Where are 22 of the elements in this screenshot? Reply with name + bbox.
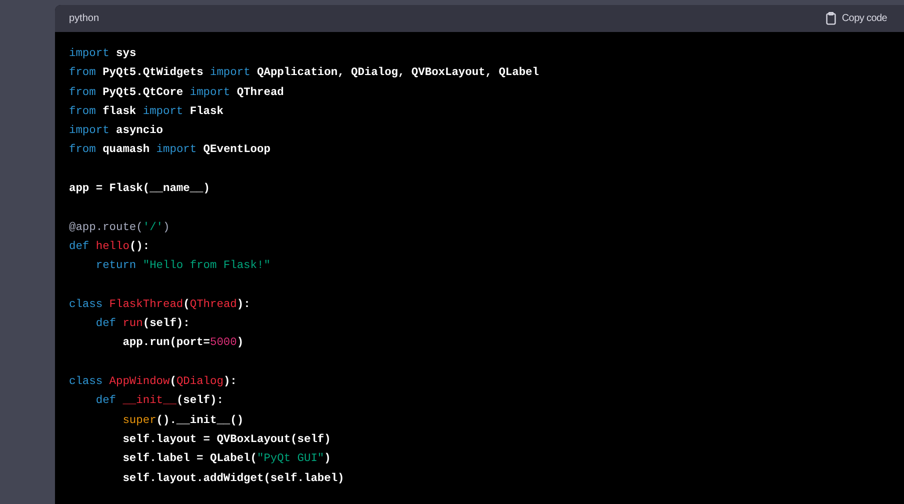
code-line: from PyQt5.QtWidgets import QApplication, QDialog, QVBoxLayout, QLabel: [69, 66, 539, 82]
code-line: class FlaskThread(QThread):: [69, 298, 250, 313]
code-line: class AppWindow(QDialog):: [69, 374, 237, 390]
code-line: @app.route('/'): [69, 220, 170, 236]
code-line: super().__init__(): [122, 414, 244, 429]
code-line: def run(self):: [94, 316, 190, 332]
language-label: python: [69, 13, 100, 24]
code-line: app.run(port=5000): [122, 336, 244, 352]
code-line: def hello():: [69, 240, 150, 255]
code-line: from PyQt5.QtCore import QThread: [69, 86, 284, 101]
code-line: self.layout.addWidget(self.label): [122, 472, 344, 487]
code-line: self.label = QLabel("PyQt GUI"): [122, 452, 331, 468]
code-line: app = Flask(__name__): [69, 182, 210, 198]
code-line: return "Hello from Flask!": [94, 258, 270, 274]
code-line: import asyncio: [69, 124, 164, 140]
copy-code-button[interactable]: Copy code: [826, 12, 887, 25]
code-line: from flask import Flask: [69, 104, 224, 120]
code-line: import sys: [69, 46, 136, 62]
code-line: self.layout = QVBoxLayout(self): [122, 432, 331, 448]
code-line: from quamash import QEventLoop: [69, 142, 270, 158]
clipboard-icon: [826, 12, 836, 25]
code-line: def __init__(self):: [94, 394, 224, 410]
